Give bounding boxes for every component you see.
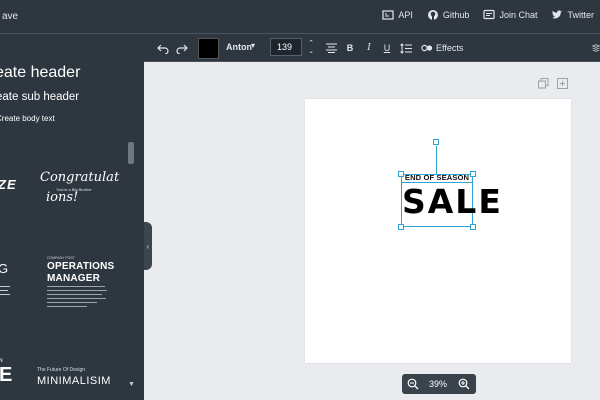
undo-icon bbox=[157, 44, 169, 54]
twitter-link[interactable]: Twitter bbox=[551, 9, 594, 21]
template-5-text: E bbox=[0, 364, 13, 386]
template-6-small: The Future Of Design bbox=[37, 367, 86, 373]
effects-label: Effects bbox=[436, 43, 464, 53]
redo-icon bbox=[176, 44, 188, 54]
layers-icon bbox=[592, 44, 600, 52]
stepper-down-icon[interactable]: ⌄ bbox=[308, 48, 314, 56]
github-icon bbox=[427, 10, 438, 20]
text-toolbar: Anton ▾ ⌃ ⌄ B I U Effects bbox=[144, 34, 600, 62]
zoom-out-icon bbox=[407, 378, 419, 390]
template-6-title: MINIMALISIM bbox=[37, 375, 111, 387]
join-chat-link-label: Join Chat bbox=[499, 10, 538, 20]
template-3-text: G bbox=[0, 261, 9, 276]
template-item-1[interactable]: ZE bbox=[0, 176, 17, 194]
add-page-icon bbox=[556, 77, 568, 89]
font-size-stepper[interactable]: ⌃ ⌄ bbox=[306, 38, 316, 58]
zoom-control: 39% bbox=[402, 374, 476, 394]
github-link-label: Github bbox=[442, 10, 470, 20]
collapse-sidebar-handle[interactable]: ‹ bbox=[144, 222, 152, 270]
text-templates-sidebar: eate header eate sub header Create body … bbox=[0, 34, 144, 400]
zoom-in-icon bbox=[458, 378, 470, 390]
template-item-4[interactable]: COMPANY POST OPERATIONS MANAGER bbox=[47, 256, 122, 326]
chevron-down-icon[interactable]: ▾ bbox=[251, 41, 255, 50]
line-spacing-button[interactable] bbox=[399, 41, 413, 55]
effects-icon bbox=[421, 44, 433, 52]
font-family-dropdown[interactable]: Anton bbox=[226, 42, 252, 52]
resize-handle-bottom-left[interactable] bbox=[398, 224, 404, 230]
template-item-6[interactable]: The Future Of Design MINIMALISIM bbox=[37, 367, 123, 393]
top-bar: ave API Github Join Chat Twitter bbox=[0, 0, 600, 34]
create-subheader-option[interactable]: eate sub header bbox=[0, 91, 79, 103]
chevron-left-icon: ‹ bbox=[146, 241, 150, 251]
end-of-season-text[interactable]: END OF SEASON bbox=[402, 173, 472, 182]
font-size-input[interactable] bbox=[270, 38, 302, 56]
template-4-small: COMPANY POST bbox=[47, 256, 75, 260]
stepper-up-icon[interactable]: ⌃ bbox=[308, 40, 314, 48]
scroll-down-arrow-icon[interactable]: ▼ bbox=[128, 381, 135, 388]
layers-button[interactable] bbox=[592, 41, 600, 55]
text-color-picker[interactable] bbox=[198, 38, 219, 59]
template-1-text: ZE bbox=[0, 177, 17, 192]
italic-button[interactable]: I bbox=[362, 41, 376, 55]
top-links: API Github Join Chat Twitter bbox=[382, 9, 594, 21]
underline-button[interactable]: U bbox=[380, 41, 394, 55]
zoom-out-button[interactable] bbox=[407, 378, 419, 390]
template-4-title2: MANAGER bbox=[47, 273, 101, 284]
bold-icon: B bbox=[346, 43, 354, 53]
template-item-2[interactable]: Congratulat You're a Big Brother ions! bbox=[40, 170, 120, 210]
api-icon bbox=[382, 10, 395, 20]
rotate-handle-line bbox=[436, 146, 437, 174]
zoom-in-button[interactable] bbox=[458, 378, 470, 390]
app-title-fragment: ave bbox=[2, 11, 19, 22]
resize-handle-bottom-right[interactable] bbox=[470, 224, 476, 230]
template-4-body-lines bbox=[47, 286, 107, 307]
chat-icon bbox=[483, 9, 496, 20]
template-2-line2: ions! bbox=[46, 190, 79, 205]
duplicate-page-button[interactable] bbox=[537, 77, 549, 89]
api-link[interactable]: API bbox=[382, 9, 413, 21]
add-page-button[interactable] bbox=[556, 77, 568, 89]
rotate-handle[interactable] bbox=[433, 139, 439, 145]
api-link-label: API bbox=[398, 10, 413, 20]
template-item-3[interactable]: G bbox=[0, 260, 18, 310]
resize-handle-top-right[interactable] bbox=[470, 171, 476, 177]
bold-button[interactable]: B bbox=[343, 41, 357, 55]
line-spacing-icon bbox=[400, 42, 412, 54]
github-link[interactable]: Github bbox=[427, 9, 470, 21]
create-header-option[interactable]: eate header bbox=[0, 64, 80, 82]
join-chat-link[interactable]: Join Chat bbox=[483, 9, 537, 21]
duplicate-icon bbox=[537, 77, 548, 88]
twitter-link-label: Twitter bbox=[567, 10, 594, 20]
template-item-5[interactable]: N E bbox=[0, 358, 13, 394]
align-center-icon bbox=[325, 43, 337, 53]
template-4-title1: OPERATIONS bbox=[47, 261, 115, 272]
sale-text[interactable]: SALE bbox=[402, 183, 501, 221]
zoom-level: 39% bbox=[429, 379, 448, 389]
template-3-filler-lines bbox=[0, 286, 10, 295]
template-2-line1: Congratulat bbox=[40, 170, 120, 185]
create-body-text-option[interactable]: Create body text bbox=[0, 114, 55, 123]
underline-icon: U bbox=[383, 43, 391, 53]
resize-handle-top-left[interactable] bbox=[398, 171, 404, 177]
text-align-button[interactable] bbox=[324, 41, 338, 55]
twitter-icon bbox=[552, 10, 563, 19]
italic-icon: I bbox=[367, 43, 371, 53]
sidebar-scrollbar-thumb[interactable] bbox=[128, 142, 134, 164]
undo-button[interactable] bbox=[156, 41, 170, 55]
redo-button[interactable] bbox=[175, 41, 189, 55]
effects-button[interactable]: Effects bbox=[421, 41, 463, 55]
